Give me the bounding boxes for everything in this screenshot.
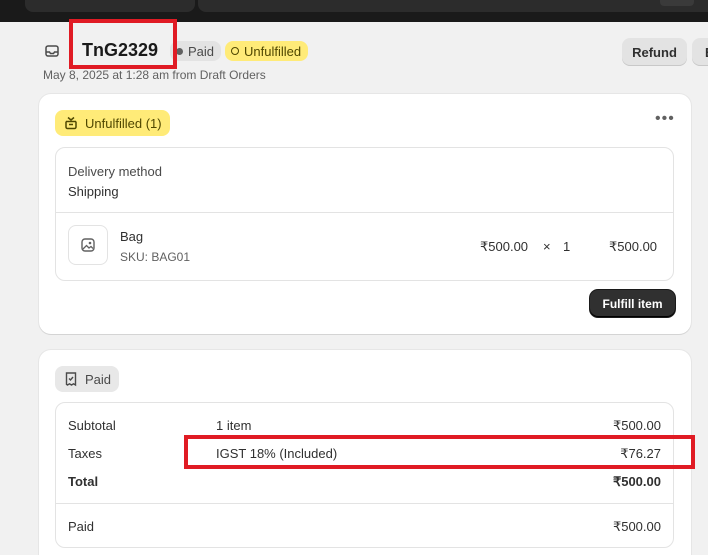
multiply-sign: × <box>543 239 551 254</box>
product-sku: SKU: BAG01 <box>120 250 191 264</box>
payment-status-badge: Paid <box>170 41 222 61</box>
delivery-method-value: Shipping <box>68 184 119 199</box>
payment-status-label: Paid <box>188 43 215 59</box>
order-icon <box>44 43 60 59</box>
image-placeholder-icon <box>81 238 95 252</box>
top-bar-field[interactable] <box>198 0 708 12</box>
highlight-box-taxes <box>184 435 695 469</box>
status-ring-icon <box>231 47 239 55</box>
highlight-box-order-id <box>69 19 177 69</box>
more-actions-icon[interactable]: ••• <box>655 111 675 130</box>
product-unit-price: ₹500.00 <box>480 239 529 254</box>
fulfill-item-button[interactable]: Fulfill item <box>590 290 675 317</box>
fulfillment-details: Delivery method Shipping Bag SKU: BAG01 … <box>55 147 674 281</box>
product-line-total: ₹500.00 <box>609 239 658 254</box>
top-bar-search[interactable] <box>25 0 195 12</box>
edit-button[interactable]: E <box>692 38 708 66</box>
summary-amount: ₹500.00 <box>612 418 661 433</box>
product-quantity: 1 <box>563 239 571 254</box>
unfulfilled-chip: Unfulfilled (1) <box>55 110 170 136</box>
fulfillment-status-label: Unfulfilled <box>244 43 302 59</box>
paid-chip: Paid <box>55 366 120 392</box>
unfulfilled-box-icon <box>65 116 77 130</box>
top-bar-button[interactable] <box>660 0 694 6</box>
unfulfilled-chip-label: Unfulfilled (1) <box>85 115 162 131</box>
divider <box>56 503 673 504</box>
status-dot-icon <box>176 47 183 55</box>
refund-button[interactable]: Refund <box>622 38 687 66</box>
summary-detail: 1 item <box>216 418 252 433</box>
order-subline: May 8, 2025 at 1:28 am from Draft Orders <box>43 68 266 82</box>
divider <box>56 212 673 213</box>
product-thumbnail[interactable] <box>68 225 108 265</box>
summary-label: Subtotal <box>68 418 116 433</box>
fulfillment-card: Unfulfilled (1) ••• Delivery method Ship… <box>39 94 691 334</box>
payment-summary: Subtotal 1 item ₹500.00 Taxes IGST 18% (… <box>55 402 674 548</box>
summary-amount: ₹500.00 <box>612 474 661 489</box>
summary-label: Taxes <box>68 446 102 461</box>
summary-amount: ₹500.00 <box>612 519 661 534</box>
receipt-icon <box>65 372 77 387</box>
summary-label: Total <box>68 474 99 489</box>
summary-label: Paid <box>68 519 95 534</box>
delivery-method-label: Delivery method <box>68 164 162 179</box>
fulfillment-status-badge: Unfulfilled <box>225 41 309 61</box>
product-name-link[interactable]: Bag <box>120 229 143 244</box>
paid-chip-label: Paid <box>85 371 112 387</box>
